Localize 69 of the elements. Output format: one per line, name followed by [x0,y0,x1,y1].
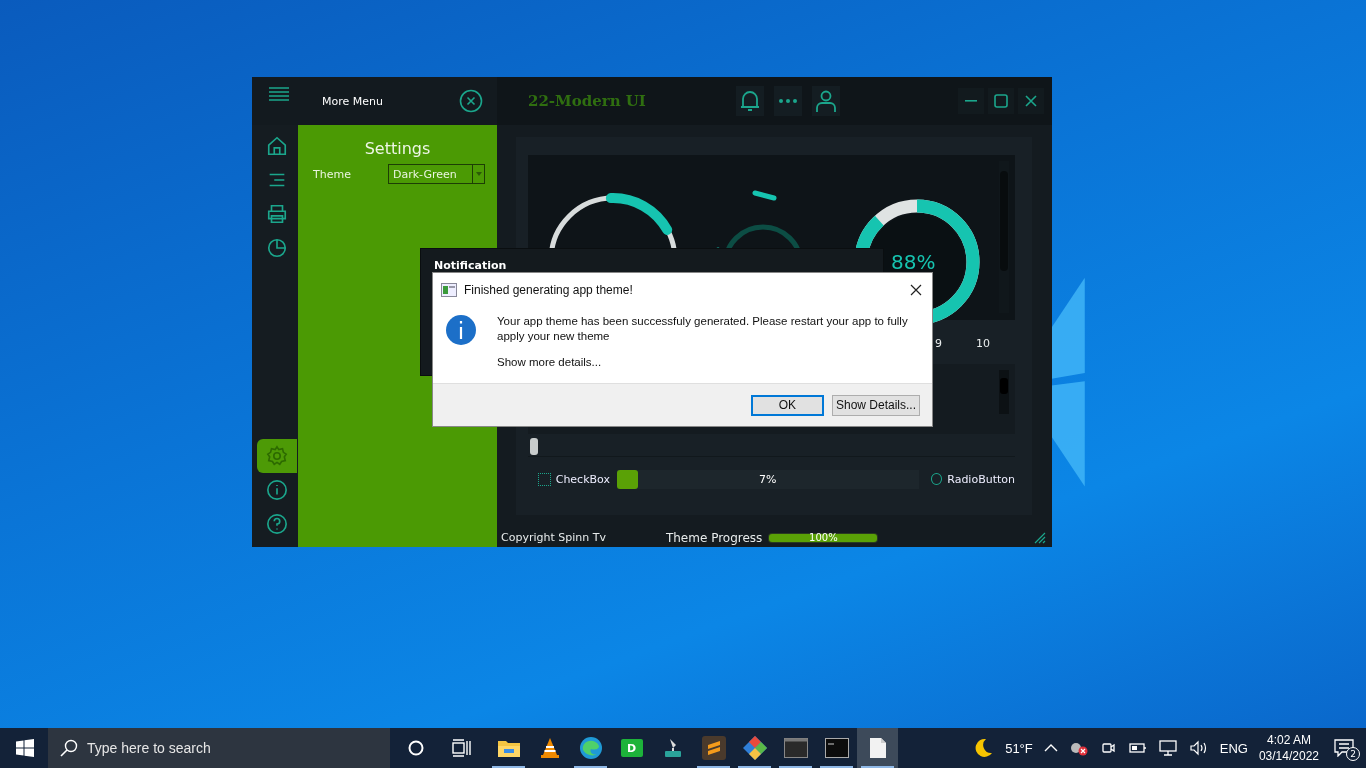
network-icon[interactable] [1157,739,1178,757]
clock-time[interactable]: 4:02 AM [1266,732,1311,748]
checkbox-label: CheckBox [555,472,610,486]
gauge-reading: 88% [891,250,936,274]
dialog-button[interactable]: OK [750,394,824,416]
battery-icon[interactable] [1126,741,1147,755]
checkbox[interactable] [538,472,551,486]
progress-reading: 100% [809,533,838,542]
menu-icon[interactable] [268,86,290,102]
cortana-icon[interactable] [408,740,424,756]
notification-button[interactable] [735,86,764,116]
language-indicator[interactable]: ENG [1219,740,1248,756]
dropdown-arrow-icon [475,172,482,176]
start-icon[interactable] [16,739,34,757]
taskbar-app-button[interactable] [857,728,898,768]
minimize-icon [965,100,977,102]
diamond-icon [741,735,768,761]
close-button[interactable] [1018,88,1044,114]
user-button[interactable] [811,86,840,116]
task-view-icon[interactable] [451,739,471,757]
message-icon [1334,739,1354,757]
dialog-title: Finished generating app theme! [464,283,633,297]
bell-icon [738,89,761,113]
close-icon[interactable] [459,89,483,113]
search-field[interactable]: Type here to search [48,728,390,768]
notification-center-button[interactable]: 2 [1330,733,1358,763]
folder-icon [496,738,521,758]
close-icon[interactable] [910,284,922,296]
progress-reading: 7% [759,472,777,486]
clock-date[interactable]: 03/14/2022 [1258,748,1319,764]
scale-label: 10 [976,337,990,348]
scrollbar[interactable] [999,370,1009,414]
slider-thumb[interactable] [530,438,538,455]
dialog-message: Your app theme has been successfuly generated. Please restart your app to fully apply your new theme [497,314,909,344]
minimize-button[interactable] [958,88,984,114]
cloud-error-icon[interactable] [1068,740,1089,756]
terminal-icon [824,738,849,758]
menu-title: More Menu [322,94,383,108]
maximize-icon [994,94,1008,108]
window-icon [783,738,808,758]
notification-title: Notification [434,259,507,272]
resize-grip-icon[interactable] [1034,531,1046,544]
panel-title: Settings [364,139,431,158]
info-icon [445,314,477,346]
volume-icon[interactable] [1188,740,1209,756]
user-icon [814,89,837,113]
copyright-text: Copyright Spinn Tv [501,531,606,544]
close-icon [1025,95,1037,107]
more-button[interactable] [773,86,802,116]
editor-icon [701,736,726,760]
weather-temperature[interactable]: 51°F [1005,740,1033,756]
dialog-button[interactable]: Show Details... [831,394,920,416]
letter-icon: D [620,739,643,757]
window-icon [441,283,457,297]
notification-count-badge: 2 [1346,747,1360,761]
scale-label: 9 [935,337,942,348]
progress-label: Theme Progress [665,530,763,545]
traffic-cone-icon [539,737,560,759]
slider[interactable] [528,438,1015,457]
search-icon [60,739,78,757]
more-icon [777,98,798,104]
chevron-up-icon[interactable] [1043,744,1058,752]
browser-icon [578,736,603,760]
maximize-button[interactable] [988,88,1014,114]
document-icon [868,737,887,759]
details-link[interactable]: Show more details... [497,356,602,368]
radio-label: RadioButton [947,472,1015,486]
app-title: 22-Modern UI [528,92,646,110]
theme-label: Theme [313,167,351,181]
